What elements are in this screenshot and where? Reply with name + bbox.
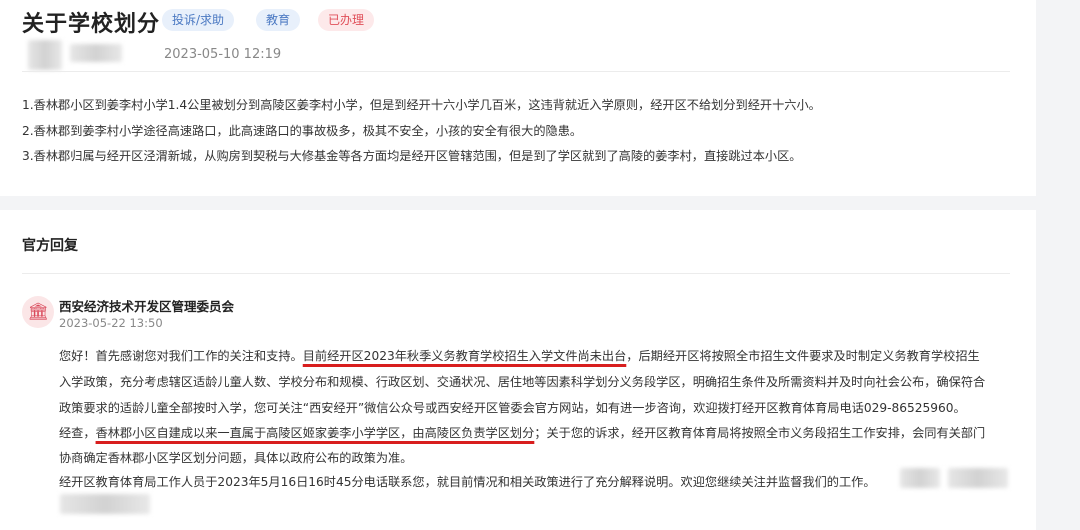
username-redacted xyxy=(70,44,122,62)
post-content-line: 2.香林郡到姜李村小学途径高速路口，此高速路口的事故极多，极其不安全，小孩的安全… xyxy=(22,124,583,138)
redacted-text xyxy=(900,468,940,488)
divider xyxy=(22,273,1010,274)
post-date: 2023-05-10 12:19 xyxy=(164,47,282,62)
divider xyxy=(22,71,1010,72)
reply-line: 入学政策，充分考虑辖区适龄儿童人数、学校分布和规模、行政区划、交通状况、居住地等… xyxy=(59,375,986,389)
reply-text: ，后期经开区将按照全市招生文件要求及时制定义务教育学校招生 xyxy=(626,349,980,363)
scrollbar[interactable] xyxy=(1036,0,1080,522)
post-content-line: 3.香林郡归属与经开区泾渭新城，从购房到契税与大修基金等各方面均是经开区管辖范围… xyxy=(22,149,802,163)
avatar-redacted xyxy=(28,40,62,70)
category-tag-education[interactable]: 教育 xyxy=(256,9,301,31)
reply-text: ；关于您的诉求，经开区教育体育局将按照全市义务段招生工作安排，会同有关部门 xyxy=(534,426,986,440)
redacted-text xyxy=(948,468,1008,488)
highlighted-text: 目前经开区2023年秋季义务教育学校招生入学文件尚未出台 xyxy=(302,349,627,363)
reply-line: 政策要求的适龄儿童全部按时入学，您可关注“西安经开”微信公众号或西安经开区管委会… xyxy=(59,401,966,415)
category-tag-complaint[interactable]: 投诉/求助 xyxy=(162,9,235,31)
reply-date: 2023-05-22 13:50 xyxy=(59,316,163,330)
org-name: 西安经济技术开发区管理委员会 xyxy=(59,299,235,314)
status-badge: 已办理 xyxy=(318,9,375,31)
reply-line: 您好！首先感谢您对我们工作的关注和支持。目前经开区2023年秋季义务教育学校招生… xyxy=(59,346,980,364)
reply-line: 经开区教育体育局工作人员于2023年5月16日16时45分电话联系您，就目前情况… xyxy=(59,475,876,489)
highlighted-text: 香林郡小区自建成以来一直属于高陵区姬家姜李小学学区，由高陵区负责学区划分 xyxy=(95,426,535,440)
post-card: 关于学校划分 投诉/求助 教育 已办理 2023-05-10 12:19 1.香… xyxy=(0,0,1036,196)
reply-line: 经查，香林郡小区自建成以来一直属于高陵区姬家姜李小学学区，由高陵区负责学区划分；… xyxy=(59,423,985,441)
post-content-line: 1.香林郡小区到姜李村小学1.4公里被划分到高陵区姜李村小学，但是到经开十六小学… xyxy=(22,98,821,112)
reply-line: 协商确定香林郡小区学区划分问题，具体以政府公布的政策为准。 xyxy=(59,451,413,465)
reply-text: 您好！首先感谢您对我们工作的关注和支持。 xyxy=(59,349,303,363)
government-building-icon: 🏛 xyxy=(22,296,54,328)
page-title: 关于学校划分 xyxy=(22,12,161,37)
reply-text: 经查， xyxy=(59,426,96,440)
official-reply-card: 官方回复 🏛 西安经济技术开发区管理委员会 2023-05-22 13:50 您… xyxy=(0,210,1036,530)
redacted-text xyxy=(60,494,150,514)
section-title: 官方回复 xyxy=(22,238,78,254)
